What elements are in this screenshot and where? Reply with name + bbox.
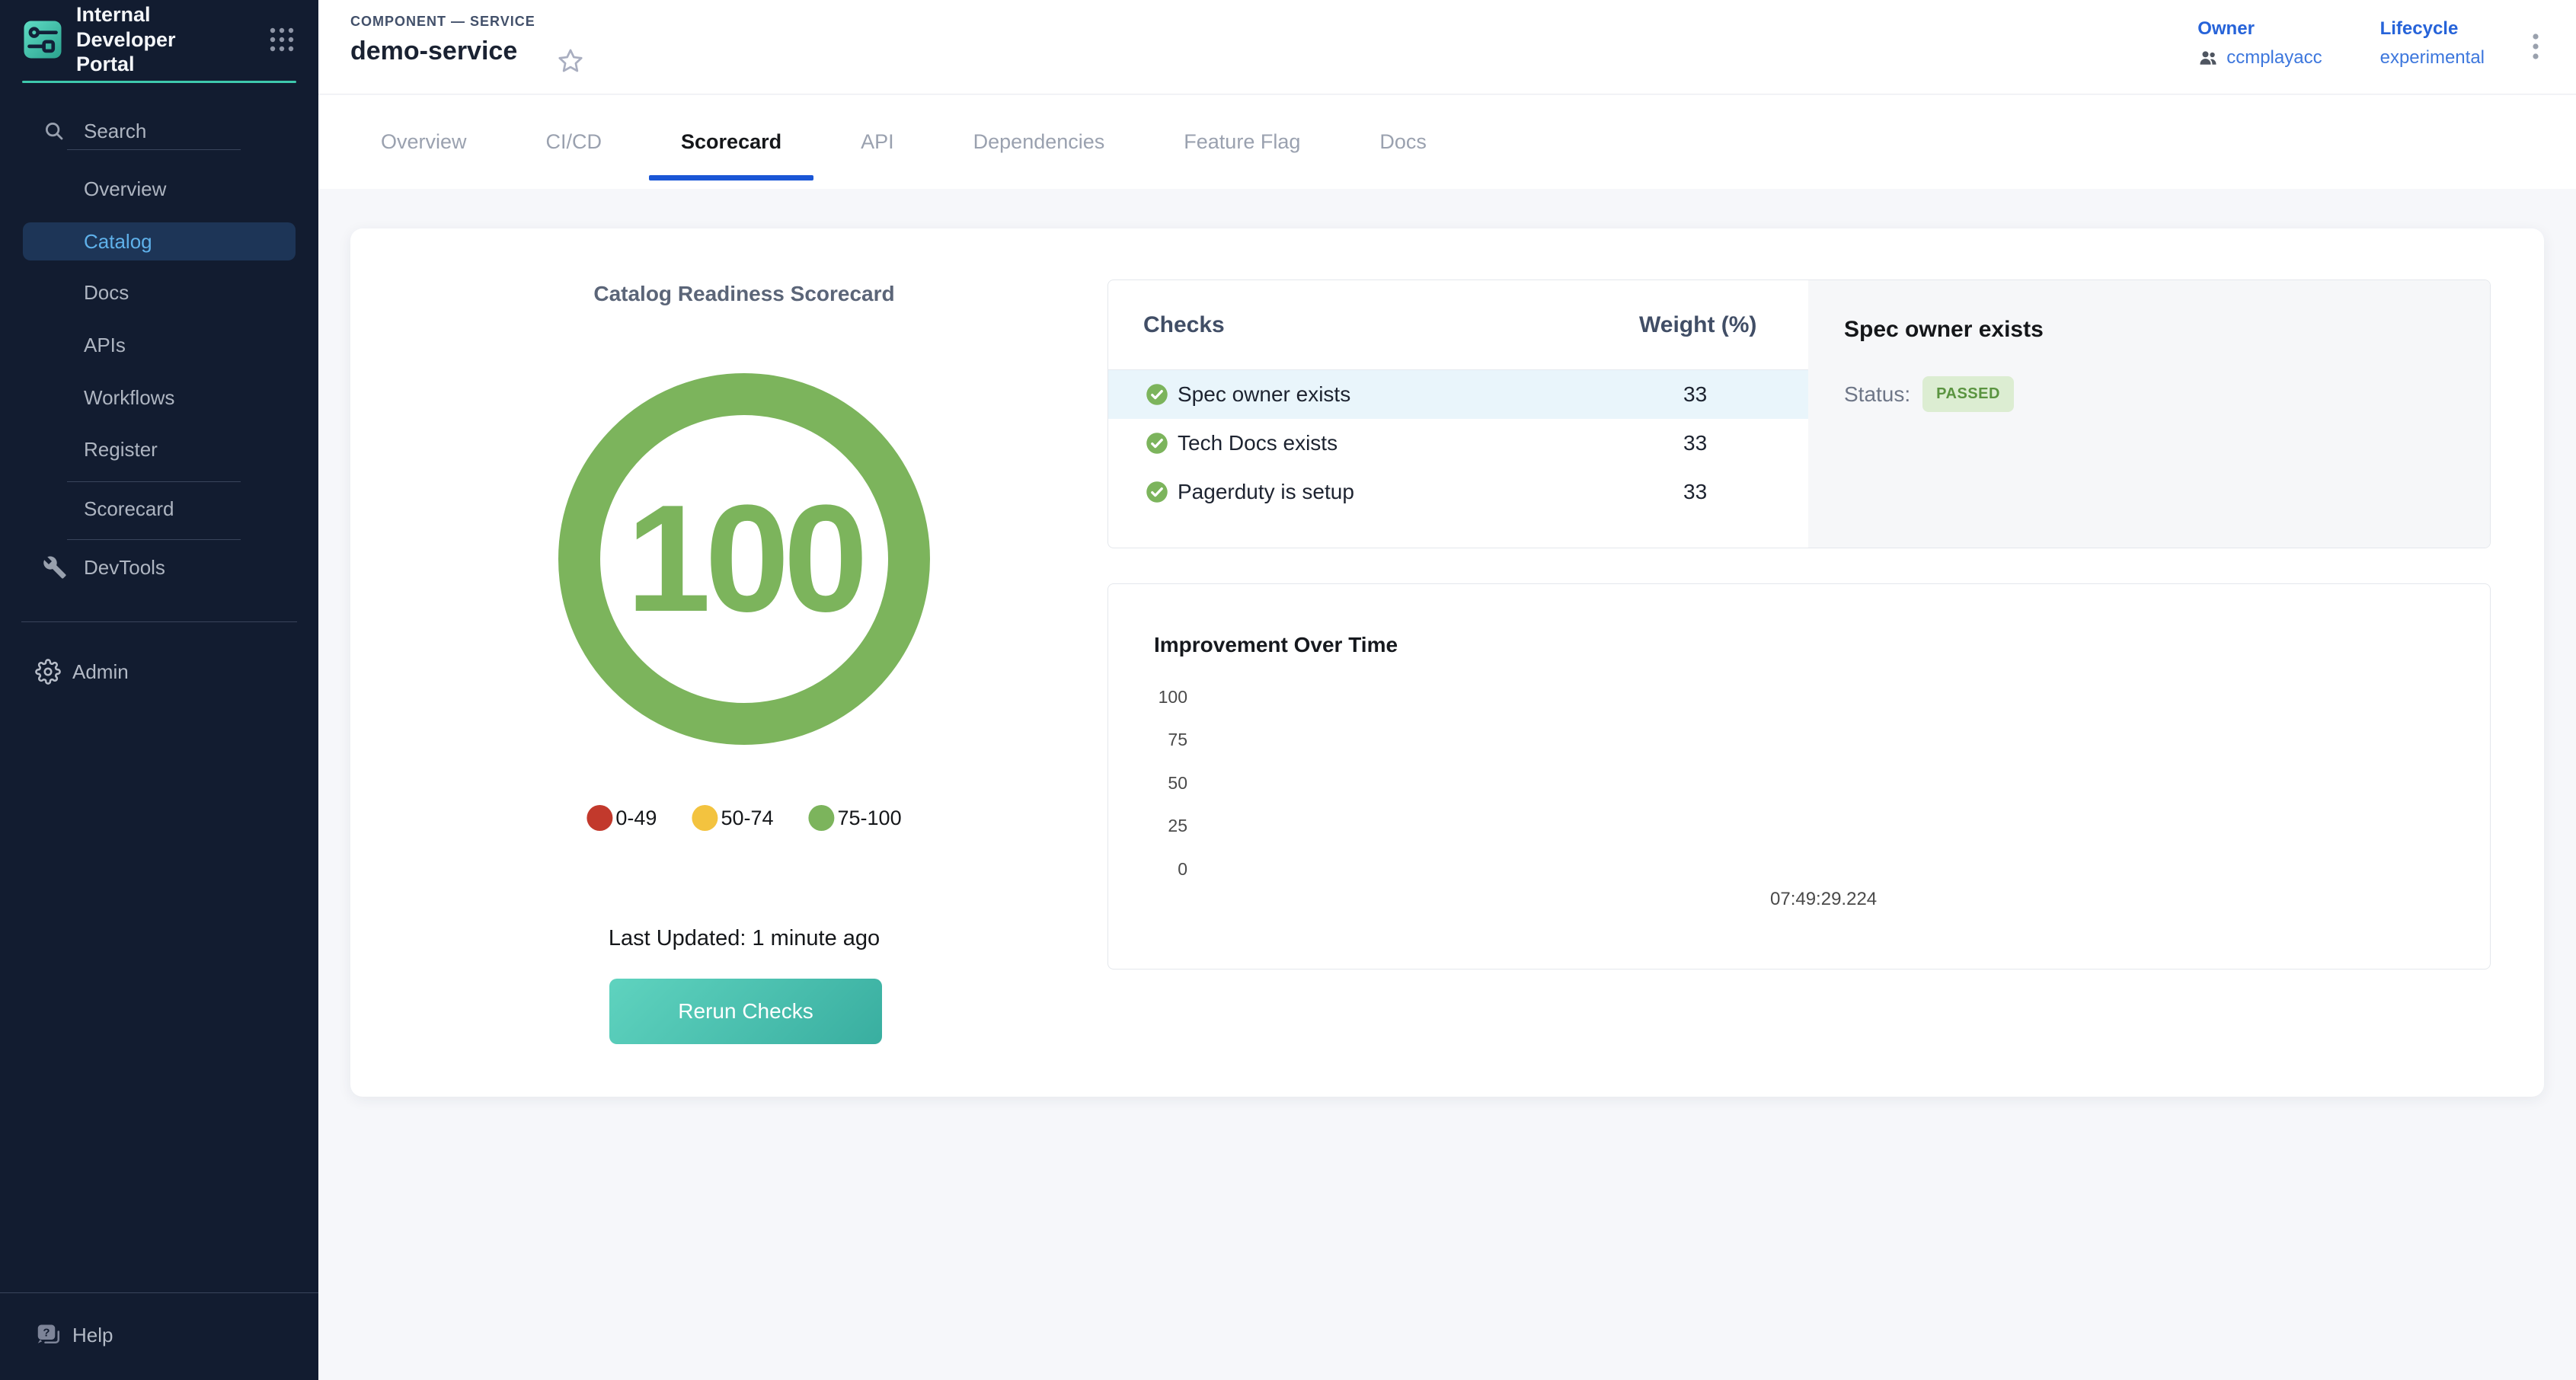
check-status-row: Status: PASSED <box>1844 376 2014 412</box>
check-row-spec-owner[interactable]: Spec owner exists 33 <box>1108 370 1808 419</box>
page-title: demo-service <box>350 37 517 66</box>
check-weight: 33 <box>1639 431 1808 455</box>
app-root: Internal Developer Portal Search <box>0 0 2576 1380</box>
legend-item-low: 0-49 <box>586 805 657 831</box>
owner-label: Owner <box>2197 18 2322 40</box>
apps-grid-icon[interactable] <box>267 24 297 55</box>
favorite-star-icon[interactable] <box>557 47 584 75</box>
sidebar-item-workflows[interactable]: Workflows <box>0 378 318 417</box>
tab-dependencies[interactable]: Dependencies <box>941 95 1137 189</box>
last-updated-text: Last Updated: 1 minute ago <box>609 926 880 951</box>
divider <box>67 539 241 540</box>
checks-table-header: Checks Weight (%) <box>1108 280 1808 370</box>
sidebar-item-overview[interactable]: Overview <box>0 169 318 209</box>
improvement-chart-card: Improvement Over Time 100 75 50 25 0 07:… <box>1107 583 2491 970</box>
brand-divider <box>22 81 296 83</box>
check-detail-panel: Spec owner exists Status: PASSED <box>1808 280 2490 548</box>
check-row-pagerduty[interactable]: Pagerduty is setup 33 <box>1108 468 1808 516</box>
legend-item-mid: 50-74 <box>692 805 773 831</box>
y-axis-tick: 100 <box>1139 687 1187 708</box>
lifecycle-label: Lifecycle <box>2380 18 2485 40</box>
tab-api[interactable]: API <box>829 95 926 189</box>
check-passed-icon <box>1146 383 1168 406</box>
divider <box>67 149 241 150</box>
chart-title: Improvement Over Time <box>1154 633 1398 657</box>
sidebar-search-label: Search <box>0 120 146 143</box>
y-axis-tick: 75 <box>1139 730 1187 750</box>
divider <box>21 621 297 622</box>
entity-tabs: Overview CI/CD Scorecard API Dependencie… <box>318 95 2576 189</box>
tab-scorecard[interactable]: Scorecard <box>649 95 813 189</box>
check-passed-icon <box>1146 432 1168 455</box>
wrench-icon <box>43 555 67 580</box>
owner-link[interactable]: ccmplayacc <box>2197 47 2322 69</box>
portal-logo-icon <box>21 18 64 61</box>
legend-item-high: 75-100 <box>809 805 902 831</box>
sidebar-item-apis[interactable]: APIs <box>0 325 318 365</box>
entity-header: COMPONENT — SERVICE demo-service Owner <box>318 0 2576 94</box>
tab-cicd[interactable]: CI/CD <box>514 95 634 189</box>
lifecycle-value: experimental <box>2380 47 2485 69</box>
divider <box>0 1292 318 1293</box>
checks-column-header: Checks <box>1108 312 1639 338</box>
y-axis-tick: 0 <box>1139 859 1187 880</box>
check-passed-icon <box>1146 481 1168 503</box>
scorecard-title: Catalog Readiness Scorecard <box>593 282 894 306</box>
check-row-tech-docs[interactable]: Tech Docs exists 33 <box>1108 419 1808 468</box>
sidebar-item-docs[interactable]: Docs <box>0 273 318 312</box>
status-label: Status: <box>1844 382 1910 407</box>
sidebar-item-catalog[interactable]: Catalog <box>23 222 296 260</box>
x-axis-tick: 07:49:29.224 <box>1770 889 1877 910</box>
sidebar-item-help[interactable]: ? Help <box>0 1315 318 1355</box>
score-value: 100 <box>626 471 862 647</box>
content-area: Catalog Readiness Scorecard 100 0-49 50-… <box>318 189 2576 1380</box>
check-weight: 33 <box>1639 382 1808 407</box>
score-legend: 0-49 50-74 75-100 <box>586 805 901 831</box>
scorecard-card: Catalog Readiness Scorecard 100 0-49 50-… <box>350 228 2544 1097</box>
y-axis-tick: 50 <box>1139 773 1187 794</box>
checks-panel: Checks Weight (%) Spec owner exists <box>1107 280 2491 548</box>
group-icon <box>2197 47 2219 69</box>
kebab-menu-icon[interactable] <box>2532 32 2539 61</box>
tab-feature-flag[interactable]: Feature Flag <box>1152 95 1332 189</box>
status-badge: PASSED <box>1922 376 2014 412</box>
entity-meta: Owner ccmplayacc Lifecycle experim <box>2197 18 2485 69</box>
sidebar-search[interactable]: Search <box>0 111 318 151</box>
red-dot-icon <box>586 805 612 831</box>
amber-dot-icon <box>692 805 718 831</box>
sidebar-item-devtools[interactable]: DevTools <box>0 548 318 587</box>
sidebar-item-scorecard[interactable]: Scorecard <box>0 489 318 529</box>
checks-table: Checks Weight (%) Spec owner exists <box>1108 280 1808 548</box>
breadcrumb: COMPONENT — SERVICE <box>350 14 535 30</box>
divider <box>67 481 241 482</box>
svg-text:?: ? <box>43 1327 50 1340</box>
tab-docs[interactable]: Docs <box>1347 95 1459 189</box>
brand[interactable]: Internal Developer Portal <box>0 0 318 79</box>
search-icon <box>43 120 66 142</box>
sidebar-item-register[interactable]: Register <box>0 430 318 469</box>
rerun-checks-button[interactable]: Rerun Checks <box>609 979 882 1044</box>
sidebar-item-admin[interactable]: Admin <box>0 652 318 692</box>
weight-column-header: Weight (%) <box>1639 312 1808 338</box>
help-chat-icon: ? <box>35 1321 62 1349</box>
y-axis-tick: 25 <box>1139 816 1187 836</box>
sidebar: Internal Developer Portal Search <box>0 0 318 1380</box>
score-gauge: 100 <box>558 373 930 745</box>
green-dot-icon <box>809 805 835 831</box>
lifecycle-block: Lifecycle experimental <box>2380 18 2485 69</box>
owner-block: Owner ccmplayacc <box>2197 18 2322 69</box>
check-weight: 33 <box>1639 480 1808 504</box>
gear-icon <box>35 659 61 685</box>
brand-title: Internal Developer Portal <box>76 2 229 78</box>
check-detail-title: Spec owner exists <box>1844 317 2044 343</box>
tab-overview[interactable]: Overview <box>349 95 499 189</box>
